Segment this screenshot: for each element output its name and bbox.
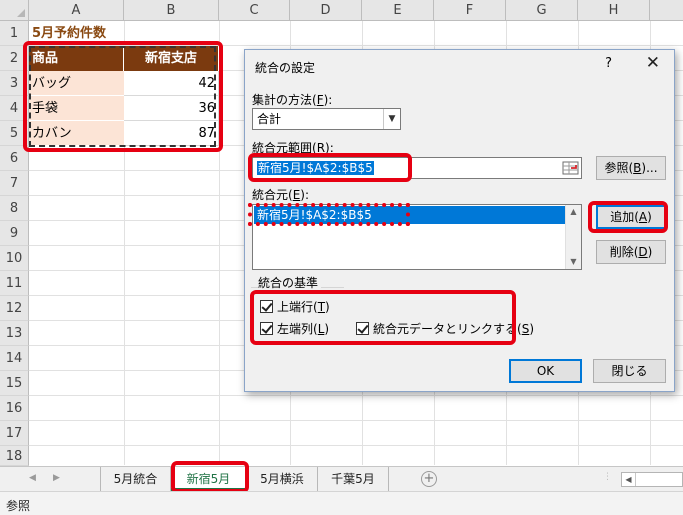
horizontal-scrollbar[interactable]: ◀ (621, 472, 683, 487)
column-header-g[interactable]: G (506, 0, 578, 21)
row-header-17[interactable]: 17 (0, 421, 29, 446)
highlight-table-range (23, 41, 223, 152)
highlight-active-tab (171, 461, 249, 493)
select-all-corner[interactable] (0, 0, 29, 21)
tab-千葉5月[interactable]: 千葉5月 (318, 467, 389, 491)
row-header-16[interactable]: 16 (0, 396, 29, 421)
highlight-reference-input (248, 153, 412, 182)
row-header-18[interactable]: 18 (0, 446, 29, 466)
tab-scroll-left-icon[interactable]: ◀ (29, 473, 36, 483)
delete-label: 削除( (609, 245, 639, 259)
browse-label-end: )... (641, 161, 658, 175)
function-value: 合計 (257, 112, 282, 126)
more-options-icon[interactable]: ⋮ (603, 472, 612, 482)
browse-button[interactable]: 参照(B)... (596, 156, 666, 180)
status-mode: 参照 (6, 499, 31, 513)
scroll-down-icon[interactable]: ▼ (566, 255, 581, 269)
delete-button[interactable]: 削除(D) (596, 240, 666, 264)
highlight-list-item (248, 203, 410, 226)
function-label: 集計の方法(F): (252, 91, 332, 108)
status-bar: 参照 (0, 491, 683, 515)
delete-label-end: ) (647, 245, 653, 259)
gridline (29, 395, 683, 396)
column-header-c[interactable]: C (219, 0, 290, 21)
column-header-h[interactable]: H (578, 0, 650, 21)
highlight-checkboxes (250, 290, 516, 345)
add-sheet-icon[interactable]: + (421, 471, 437, 487)
column-header-f[interactable]: F (434, 0, 506, 21)
browse-label: 参照( (604, 161, 634, 175)
row-header-15[interactable]: 15 (0, 371, 29, 396)
help-icon[interactable]: ? (605, 56, 612, 71)
row-header-14[interactable]: 14 (0, 346, 29, 371)
row-header-7[interactable]: 7 (0, 171, 29, 196)
all-references-label-end: ): (300, 188, 310, 202)
tab-scroll-right-icon[interactable]: ▶ (53, 473, 60, 483)
close-button[interactable]: 閉じる (593, 359, 666, 383)
use-labels-group-label: 統合の基準 (258, 274, 322, 291)
row-header-9[interactable]: 9 (0, 221, 29, 246)
row-header-12[interactable]: 12 (0, 296, 29, 321)
gridline (29, 420, 683, 421)
ok-button[interactable]: OK (509, 359, 582, 383)
dialog-title: 統合の設定 (255, 61, 316, 75)
column-header-b[interactable]: B (124, 0, 219, 21)
function-label-end: ): (323, 93, 333, 107)
column-header-e[interactable]: E (362, 0, 434, 21)
column-header-i[interactable] (650, 0, 683, 21)
row-header-13[interactable]: 13 (0, 321, 29, 346)
scroll-left-icon[interactable]: ◀ (622, 473, 636, 486)
close-icon[interactable]: ✕ (646, 53, 660, 73)
row-header-11[interactable]: 11 (0, 271, 29, 296)
row-header-8[interactable]: 8 (0, 196, 29, 221)
column-header-a[interactable]: A (29, 0, 124, 21)
gridline (29, 445, 683, 446)
highlight-add-button (588, 201, 668, 233)
list-scrollbar[interactable]: ▲ ▼ (565, 205, 581, 269)
column-header-d[interactable]: D (290, 0, 362, 21)
row-header-10[interactable]: 10 (0, 246, 29, 271)
sheet-tab-bar: ◀ ▶ 5月統合 新宿5月 5月横浜 千葉5月 + ⋮ ◀ (0, 466, 683, 491)
create-links-label-end: ) (529, 322, 534, 336)
all-references-label: 統合元(E): (252, 186, 309, 203)
function-label-text: 集計の方法( (252, 93, 317, 107)
tab-5月統合[interactable]: 5月統合 (100, 467, 171, 491)
tab-5月横浜[interactable]: 5月横浜 (247, 467, 318, 491)
function-access-key: F (316, 93, 324, 107)
scroll-up-icon[interactable]: ▲ (566, 205, 581, 219)
delete-access-key: D (638, 245, 648, 259)
range-picker-icon[interactable] (561, 158, 581, 178)
chevron-down-icon[interactable]: ▼ (383, 109, 400, 129)
function-select[interactable]: 合計 ▼ (252, 108, 401, 130)
all-references-label-text: 統合元( (252, 188, 293, 202)
